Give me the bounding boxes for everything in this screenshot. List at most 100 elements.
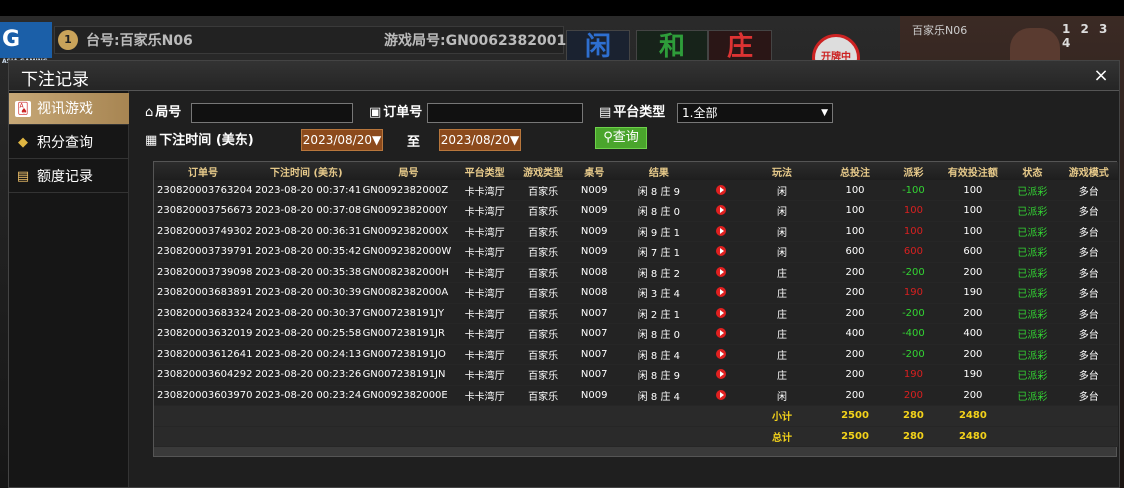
tie-bet-area[interactable]: 和 bbox=[636, 30, 708, 64]
play-video-icon[interactable] bbox=[716, 307, 727, 318]
table-row[interactable]: 230820003604292 2023-08-20 00:23:26 GN0072… bbox=[154, 364, 1118, 386]
date-from-picker[interactable]: 2023/08/20▼ bbox=[301, 129, 383, 151]
column-header: 下注时间 (美东) bbox=[252, 162, 361, 180]
play-video-icon[interactable] bbox=[716, 389, 727, 400]
round-input[interactable] bbox=[191, 103, 353, 123]
table-cell: 多台 bbox=[1059, 200, 1118, 222]
table-cell: 600 bbox=[886, 241, 941, 263]
play-video-icon[interactable] bbox=[716, 205, 727, 216]
table-cell: 2023-08-20 00:30:39 bbox=[252, 282, 361, 304]
table-cell: 闲 8 庄 9 bbox=[615, 180, 703, 201]
table-cell: 已派彩 bbox=[1005, 200, 1060, 222]
table-row[interactable]: 230820003749302 2023-08-20 00:36:31 GN0092… bbox=[154, 221, 1118, 242]
summary-cell: 总计 bbox=[740, 426, 824, 447]
table-cell: -200 bbox=[886, 344, 941, 365]
table-cell: 2023-08-20 00:37:08 bbox=[252, 200, 361, 222]
column-header: 局号 bbox=[360, 162, 457, 180]
table-row[interactable]: 230820003603970 2023-08-20 00:23:24 GN0092… bbox=[154, 385, 1118, 406]
table-cell: 卡卡湾厅 bbox=[456, 180, 513, 201]
table-cell: N009 bbox=[573, 385, 616, 406]
play-video-icon[interactable] bbox=[716, 266, 727, 277]
order-input[interactable] bbox=[427, 103, 583, 123]
summary-cell bbox=[573, 426, 616, 447]
table-cell: 卡卡湾厅 bbox=[456, 323, 513, 345]
column-header: 平台类型 bbox=[456, 162, 513, 180]
play-video-icon[interactable] bbox=[716, 287, 727, 298]
table-cell: 200 bbox=[940, 344, 1006, 365]
table-cell: 已派彩 bbox=[1005, 364, 1060, 386]
replay-cell bbox=[702, 385, 741, 406]
table-cell: 百家乐 bbox=[512, 241, 574, 263]
replay-cell bbox=[702, 344, 741, 365]
summary-cell: 2500 bbox=[823, 405, 887, 427]
table-cell: 230820003683324 bbox=[154, 303, 253, 324]
table-cell: 卡卡湾厅 bbox=[456, 385, 513, 406]
table-cell: 卡卡湾厅 bbox=[456, 364, 513, 386]
cards-icon: 🂡 bbox=[15, 101, 31, 117]
column-header: 玩法 bbox=[740, 162, 824, 180]
summary-cell bbox=[512, 426, 574, 447]
summary-cell bbox=[573, 405, 616, 427]
player-bet-area[interactable]: 闲 bbox=[566, 30, 630, 64]
table-cell: 2023-08-20 00:35:42 bbox=[252, 241, 361, 263]
table-cell: 200 bbox=[823, 303, 887, 324]
banker-bet-area[interactable]: 庄 bbox=[708, 30, 772, 64]
table-row[interactable]: 230820003683891 2023-08-20 00:30:39 GN0082… bbox=[154, 282, 1118, 304]
table-row[interactable]: 230820003612641 2023-08-20 00:24:13 GN0072… bbox=[154, 344, 1118, 365]
sidebar-item-live-games[interactable]: 🂡 视讯游戏 bbox=[9, 93, 129, 125]
brand-logo: GASIA GAMING bbox=[0, 22, 52, 65]
table-cell: 闲 bbox=[740, 221, 824, 242]
summary-cell bbox=[252, 426, 361, 447]
replay-cell bbox=[702, 262, 741, 283]
play-video-icon[interactable] bbox=[716, 246, 727, 257]
table-cell: 230820003763204 bbox=[154, 180, 253, 201]
table-row[interactable]: 230820003632019 2023-08-20 00:25:58 GN0072… bbox=[154, 323, 1118, 345]
replay-cell bbox=[702, 241, 741, 263]
sidebar-item-credit-record[interactable]: ▤ 额度记录 bbox=[9, 161, 129, 193]
table-row[interactable]: 230820003739098 2023-08-20 00:35:38 GN0082… bbox=[154, 262, 1118, 283]
play-video-icon[interactable] bbox=[716, 328, 727, 339]
live-table-title: 百家乐N06 bbox=[912, 24, 968, 37]
table-cell: 已派彩 bbox=[1005, 344, 1060, 365]
sidebar-item-points-query[interactable]: ◆ 积分查询 bbox=[9, 127, 129, 159]
table-cell: 卡卡湾厅 bbox=[456, 303, 513, 324]
table-cell: 200 bbox=[940, 303, 1006, 324]
table-cell: 庄 bbox=[740, 344, 824, 365]
summary-cell bbox=[154, 426, 253, 447]
play-video-icon[interactable] bbox=[716, 369, 727, 380]
table-cell: 卡卡湾厅 bbox=[456, 241, 513, 263]
table-cell: 2023-08-20 00:36:31 bbox=[252, 221, 361, 242]
modal-header: 下注记录 × bbox=[9, 61, 1119, 91]
chevron-down-icon: ▼ bbox=[821, 108, 828, 118]
table-row[interactable]: 230820003763204 2023-08-20 00:37:41 GN0092… bbox=[154, 180, 1118, 201]
table-cell: 2023-08-20 00:23:26 bbox=[252, 364, 361, 386]
play-video-icon[interactable] bbox=[716, 348, 727, 359]
table-cell: 百家乐 bbox=[512, 323, 574, 345]
table-selector[interactable]: 1 2 3 4 bbox=[1062, 22, 1124, 50]
column-header: 游戏类型 bbox=[512, 162, 574, 180]
table-cell: N009 bbox=[573, 221, 616, 242]
platform-select[interactable]: 1.全部 ▼ bbox=[677, 103, 833, 123]
table-cell: 百家乐 bbox=[512, 180, 574, 201]
table-row[interactable]: 230820003683324 2023-08-20 00:30:37 GN0072… bbox=[154, 303, 1118, 324]
query-button[interactable]: ⚲查询 bbox=[595, 127, 647, 149]
table-cell: 多台 bbox=[1059, 344, 1118, 365]
close-icon[interactable]: × bbox=[1091, 65, 1111, 86]
table-cell: N009 bbox=[573, 180, 616, 201]
date-to-picker[interactable]: 2023/08/20▼ bbox=[439, 129, 521, 151]
table-cell: 闲 9 庄 1 bbox=[615, 221, 703, 242]
table-cell: 2023-08-20 00:35:38 bbox=[252, 262, 361, 283]
table-cell: 400 bbox=[940, 323, 1006, 345]
play-video-icon[interactable] bbox=[716, 225, 727, 236]
table-row[interactable]: 230820003739791 2023-08-20 00:35:42 GN0092… bbox=[154, 241, 1118, 263]
summary-cell bbox=[615, 426, 703, 447]
replay-cell bbox=[702, 323, 741, 345]
table-cell: 闲 8 庄 0 bbox=[615, 200, 703, 222]
table-row[interactable]: 230820003756673 2023-08-20 00:37:08 GN0092… bbox=[154, 200, 1118, 222]
total-row: 总计 2500 280 2480 bbox=[154, 426, 1118, 447]
table-cell: 100 bbox=[886, 221, 941, 242]
table-cell: GN007238191JY bbox=[360, 303, 457, 324]
table-cell: 2023-08-20 00:30:37 bbox=[252, 303, 361, 324]
summary-cell bbox=[456, 405, 513, 427]
play-video-icon[interactable] bbox=[716, 184, 727, 195]
